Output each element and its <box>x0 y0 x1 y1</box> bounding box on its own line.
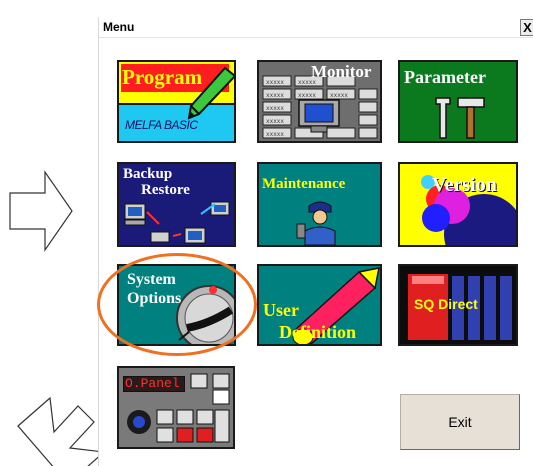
backup-restore-tile[interactable]: Backup Restore <box>117 162 236 247</box>
down-right-arrow-icon <box>17 396 98 466</box>
definition-title: Definition <box>279 322 357 342</box>
monitor-cell-text: xxxxx <box>266 118 284 125</box>
exit-button[interactable]: Exit <box>400 394 520 450</box>
monitor-cell-text: xxxxx <box>298 92 316 99</box>
sq-direct-tile[interactable]: SQ Direct <box>398 264 518 346</box>
monitor-cell-text: xxxxx <box>266 79 284 86</box>
sq-direct-title: SQ Direct <box>414 296 478 312</box>
monitor-tile[interactable]: xxxxx xxxxx xxxxx xxxxx xxxxx xxxxx xxxx… <box>257 60 382 143</box>
program-tile[interactable]: Program MELFA BASIC <box>117 60 236 143</box>
pencil-icon <box>187 66 234 120</box>
control-panel-buttons-graphic <box>127 373 230 443</box>
parameter-title: Parameter <box>404 67 486 87</box>
monitor-cell-text: xxxxx <box>266 131 284 138</box>
version-title: Version <box>432 174 497 196</box>
operation-panel-tile[interactable]: O.Panel <box>117 366 235 449</box>
user-definition-tile[interactable]: User Definition <box>257 264 382 346</box>
user-title: User <box>263 300 299 320</box>
monitor-cell-text: xxxxx <box>330 92 348 99</box>
maintenance-tile[interactable]: Maintenance <box>257 162 382 247</box>
restore-title: Restore <box>141 182 190 198</box>
title-bar: Menu X <box>99 17 533 38</box>
tools-icon <box>435 97 485 139</box>
close-button[interactable]: X <box>520 19 533 36</box>
version-tile[interactable]: Version <box>398 162 518 247</box>
monitor-cell-text: xxxxx <box>266 92 284 99</box>
computers-transfer-icon <box>124 201 230 244</box>
monitor-title: Monitor <box>311 62 372 81</box>
highlight-ring <box>97 253 257 356</box>
maintenance-title: Maintenance <box>262 176 346 192</box>
parameter-tile[interactable]: Parameter <box>398 60 518 143</box>
monitor-cell-text: xxxxx <box>266 105 284 112</box>
maintenance-worker-icon <box>296 201 336 245</box>
right-arrow-icon <box>9 170 73 252</box>
backup-title: Backup <box>123 166 173 182</box>
window-title: Menu <box>103 20 135 34</box>
